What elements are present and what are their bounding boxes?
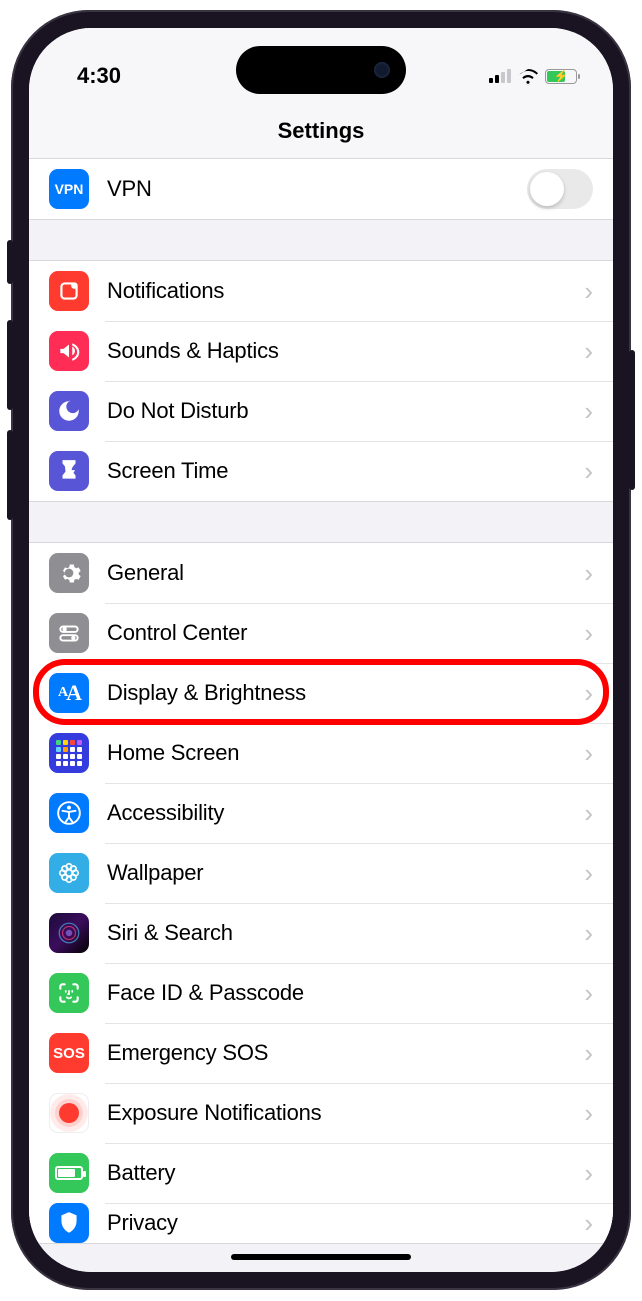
row-label: Wallpaper (107, 860, 576, 886)
chevron-right-icon: › (576, 276, 593, 307)
chevron-right-icon: › (576, 558, 593, 589)
row-battery[interactable]: Battery › (29, 1143, 613, 1203)
chevron-right-icon: › (576, 396, 593, 427)
settings-group: Notifications › Sounds & Haptics › Do No… (29, 260, 613, 502)
faceid-icon (49, 973, 89, 1013)
row-label: Screen Time (107, 458, 576, 484)
row-sounds[interactable]: Sounds & Haptics › (29, 321, 613, 381)
wallpaper-icon (49, 853, 89, 893)
volume-up-button (7, 320, 13, 410)
chevron-right-icon: › (576, 918, 593, 949)
display-icon: AA (49, 673, 89, 713)
row-siri[interactable]: Siri & Search › (29, 903, 613, 963)
chevron-right-icon: › (576, 858, 593, 889)
homescreen-icon (49, 733, 89, 773)
row-label: Display & Brightness (107, 680, 576, 706)
siri-icon (49, 913, 89, 953)
dynamic-island (236, 46, 406, 94)
wifi-icon (518, 69, 538, 84)
phone-frame: 4:30 ⚡ Settings VPN VPN (11, 10, 631, 1290)
cellular-signal-icon (489, 69, 511, 83)
battery-row-icon (49, 1153, 89, 1193)
chevron-right-icon: › (576, 618, 593, 649)
chevron-right-icon: › (576, 336, 593, 367)
row-display-brightness[interactable]: AA Display & Brightness › (29, 663, 613, 723)
row-label: VPN (107, 176, 527, 202)
volume-down-button (7, 430, 13, 520)
chevron-right-icon: › (576, 1098, 593, 1129)
accessibility-icon (49, 793, 89, 833)
row-label: Control Center (107, 620, 576, 646)
row-label: Do Not Disturb (107, 398, 576, 424)
sos-icon: SOS (49, 1033, 89, 1073)
row-label: Face ID & Passcode (107, 980, 576, 1006)
row-exposure[interactable]: Exposure Notifications › (29, 1083, 613, 1143)
chevron-right-icon: › (576, 798, 593, 829)
row-sos[interactable]: SOS Emergency SOS › (29, 1023, 613, 1083)
row-controlcenter[interactable]: Control Center › (29, 603, 613, 663)
chevron-right-icon: › (576, 678, 593, 709)
row-homescreen[interactable]: Home Screen › (29, 723, 613, 783)
row-label: Sounds & Haptics (107, 338, 576, 364)
row-label: Siri & Search (107, 920, 576, 946)
front-camera (374, 62, 390, 78)
vpn-icon: VPN (49, 169, 89, 209)
chevron-right-icon: › (576, 978, 593, 1009)
settings-group: VPN VPN (29, 159, 613, 220)
screentime-icon (49, 451, 89, 491)
sounds-icon (49, 331, 89, 371)
vpn-toggle[interactable] (527, 169, 593, 209)
chevron-right-icon: › (576, 1208, 593, 1239)
privacy-icon (49, 1203, 89, 1243)
chevron-right-icon: › (576, 1158, 593, 1189)
row-privacy[interactable]: Privacy › (29, 1203, 613, 1243)
settings-list[interactable]: VPN VPN Notifications › (29, 159, 613, 1272)
row-wallpaper[interactable]: Wallpaper › (29, 843, 613, 903)
battery-icon: ⚡ (545, 69, 577, 84)
screen: 4:30 ⚡ Settings VPN VPN (29, 28, 613, 1272)
row-notifications[interactable]: Notifications › (29, 261, 613, 321)
row-label: Emergency SOS (107, 1040, 576, 1066)
row-dnd[interactable]: Do Not Disturb › (29, 381, 613, 441)
row-label: Privacy (107, 1210, 576, 1236)
dnd-icon (49, 391, 89, 431)
home-indicator[interactable] (231, 1254, 411, 1260)
exposure-icon (49, 1093, 89, 1133)
row-label: Home Screen (107, 740, 576, 766)
row-accessibility[interactable]: Accessibility › (29, 783, 613, 843)
control-center-icon (49, 613, 89, 653)
settings-group: General › Control Center › AA Display & … (29, 542, 613, 1244)
notifications-icon (49, 271, 89, 311)
row-vpn[interactable]: VPN VPN (29, 159, 613, 219)
chevron-right-icon: › (576, 738, 593, 769)
chevron-right-icon: › (576, 1038, 593, 1069)
row-faceid[interactable]: Face ID & Passcode › (29, 963, 613, 1023)
gear-icon (49, 553, 89, 593)
row-label: Accessibility (107, 800, 576, 826)
row-label: Notifications (107, 278, 576, 304)
row-label: Battery (107, 1160, 576, 1186)
chevron-right-icon: › (576, 456, 593, 487)
row-general[interactable]: General › (29, 543, 613, 603)
page-title: Settings (29, 112, 613, 159)
row-label: Exposure Notifications (107, 1100, 576, 1126)
silent-switch (7, 240, 13, 284)
row-screentime[interactable]: Screen Time › (29, 441, 613, 501)
status-time: 4:30 (77, 63, 121, 89)
row-label: General (107, 560, 576, 586)
status-icons: ⚡ (489, 69, 577, 84)
power-button (629, 350, 635, 490)
